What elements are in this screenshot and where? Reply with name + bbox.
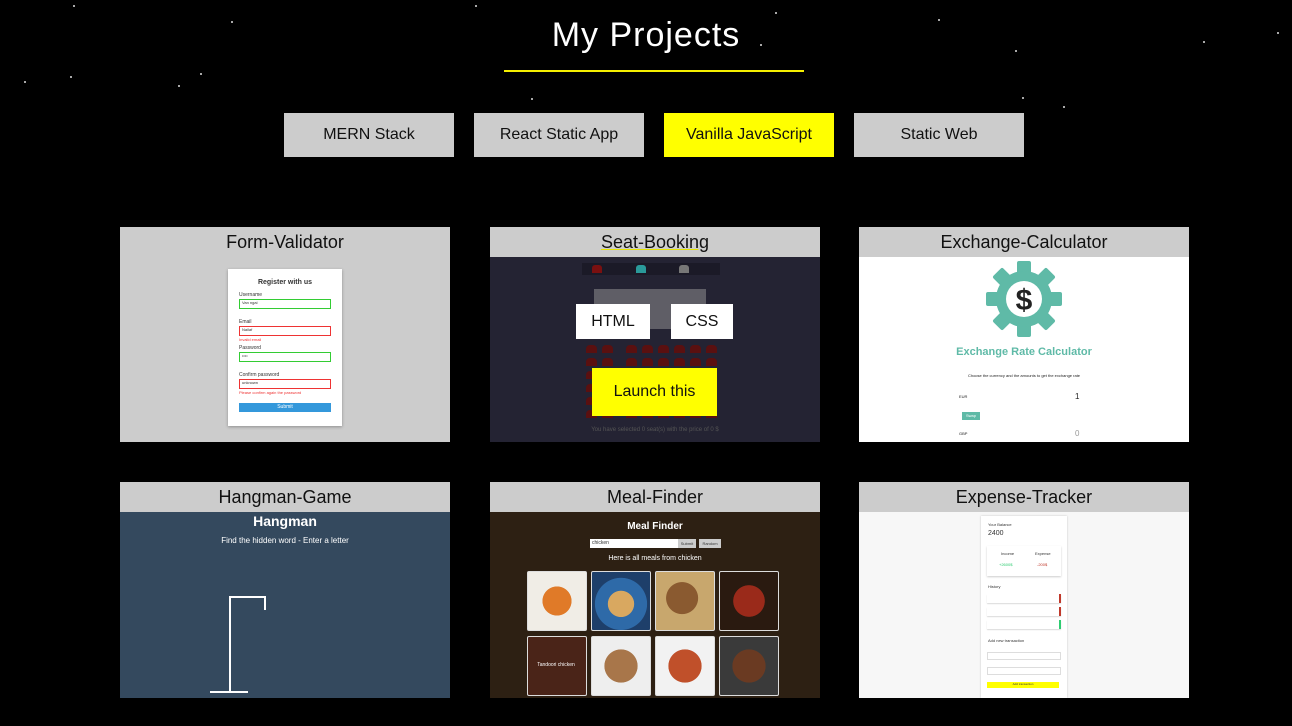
preview-results-text: Here is all meals from chicken <box>608 555 702 562</box>
seat <box>626 345 637 353</box>
preview-submit: Submit <box>678 539 696 548</box>
filter-bar: MERN Stack React Static App Vanilla Java… <box>284 113 1024 157</box>
meal-image <box>719 636 779 696</box>
meal-image <box>655 636 715 696</box>
meal-image <box>719 571 779 631</box>
filter-vanilla-js-button[interactable]: Vanilla JavaScript <box>664 113 834 157</box>
seat <box>674 345 685 353</box>
project-title: Meal-Finder <box>606 487 704 507</box>
seat <box>674 358 685 366</box>
preview-label: History <box>988 584 1001 589</box>
preview-currency: EUR <box>959 394 968 399</box>
seat <box>626 358 637 366</box>
project-preview: Your Balance 2400 Income +2600$ Expense … <box>859 512 1189 698</box>
project-title: Expense-Tracker <box>955 487 1093 507</box>
expense-panel: Your Balance 2400 Income +2600$ Expense … <box>981 516 1067 698</box>
project-card-seat-booking[interactable]: Seat-Booking You have selected 0 seat(s)… <box>490 227 820 442</box>
seat-legend <box>582 263 720 275</box>
project-title: Hangman-Game <box>218 487 352 507</box>
preview-input: unknown <box>239 379 331 389</box>
preview-heading: Register with us <box>257 279 313 286</box>
project-title: Exchange-Calculator <box>940 232 1108 252</box>
preview-amount: 0 <box>1075 429 1080 438</box>
html-button[interactable]: HTML <box>576 304 650 339</box>
preview-random: Random <box>699 539 721 548</box>
meal-image <box>527 571 587 631</box>
preview-error: Invalid email <box>239 337 262 342</box>
meal-hover-label: Tandoori chicken <box>537 662 575 668</box>
preview-currency: GBP <box>959 431 968 436</box>
project-preview: Hangman Find the hidden word - Enter a l… <box>120 512 450 698</box>
project-title: Seat-Booking <box>600 232 710 252</box>
preview-heading: Exchange Rate Calculator <box>956 346 1092 358</box>
preview-search: chicken <box>590 539 678 548</box>
seat <box>706 358 717 366</box>
meal-image <box>591 636 651 696</box>
history-row <box>987 594 1061 603</box>
seat <box>642 345 653 353</box>
seat <box>642 358 653 366</box>
project-title: Form-Validator <box>226 232 344 252</box>
seat <box>706 345 717 353</box>
income-expense-box: Income +2600$ Expense -200$ <box>987 546 1061 576</box>
seat <box>690 358 701 366</box>
project-preview: You have selected 0 seat(s) with the pri… <box>490 257 820 442</box>
preview-label: Add new transaction <box>988 638 1025 643</box>
seat <box>658 358 669 366</box>
gallows-icon <box>210 596 266 693</box>
history-row <box>987 607 1061 616</box>
project-card-exchange-calculator[interactable]: Exchange-Calculator $ Exchange Rate Calc… <box>859 227 1189 442</box>
seat-info-text: You have selected 0 seat(s) with the pri… <box>591 427 719 433</box>
preview-input: •••• <box>239 352 331 362</box>
history-row <box>987 620 1061 629</box>
preview-error: Please confirm again the password <box>239 390 302 395</box>
preview-swap: Swap <box>962 412 980 420</box>
seat <box>690 345 701 353</box>
project-card-meal-finder[interactable]: Meal-Finder Meal Finder chicken Submit R… <box>490 482 820 698</box>
svg-text:$: $ <box>1016 284 1033 317</box>
project-preview: $ Exchange Rate Calculator Choose the cu… <box>859 257 1189 442</box>
seat <box>602 358 613 366</box>
meal-image <box>591 571 651 631</box>
meal-image <box>655 571 715 631</box>
title-underline <box>504 70 804 72</box>
page-title: My Projects <box>551 16 741 54</box>
project-card-expense-tracker[interactable]: Expense-Tracker Your Balance 2400 Income… <box>859 482 1189 698</box>
preview-subtitle: Choose the currency and the amounts to g… <box>967 373 1081 378</box>
project-preview: Register with us Username Van ngai Email… <box>120 257 450 442</box>
preview-input: Nailaf <box>239 326 331 336</box>
preview-add-button: Add transaction <box>987 682 1059 688</box>
project-card-form-validator[interactable]: Form-Validator Register with us Username… <box>120 227 450 442</box>
preview-input: Van ngai <box>239 299 331 309</box>
preview-amount: 1 <box>1075 392 1080 401</box>
seat <box>602 345 613 353</box>
project-preview: Meal Finder chicken Submit Random Here i… <box>490 512 820 698</box>
launch-button[interactable]: Launch this <box>592 368 717 416</box>
preview-submit: Submit <box>239 403 331 412</box>
filter-static-web-button[interactable]: Static Web <box>854 113 1024 157</box>
project-card-hangman-game[interactable]: Hangman-Game Hangman Find the hidden wor… <box>120 482 450 698</box>
preview-heading: Meal Finder <box>627 521 683 532</box>
preview-label: Confirm password <box>239 372 280 378</box>
preview-balance: 2400 <box>988 530 1004 537</box>
dollar-gear-icon: $ <box>986 261 1062 337</box>
preview-label: Password <box>239 345 261 351</box>
preview-label: Your Balance <box>988 522 1012 527</box>
css-button[interactable]: CSS <box>671 304 733 339</box>
form-preview: Register with us Username Van ngai Email… <box>228 269 342 426</box>
filter-react-static-button[interactable]: React Static App <box>474 113 644 157</box>
preview-label: Email <box>239 319 252 325</box>
preview-label: Username <box>239 292 263 298</box>
filter-mern-stack-button[interactable]: MERN Stack <box>284 113 454 157</box>
seat <box>586 345 597 353</box>
seat <box>658 345 669 353</box>
seat <box>586 358 597 366</box>
